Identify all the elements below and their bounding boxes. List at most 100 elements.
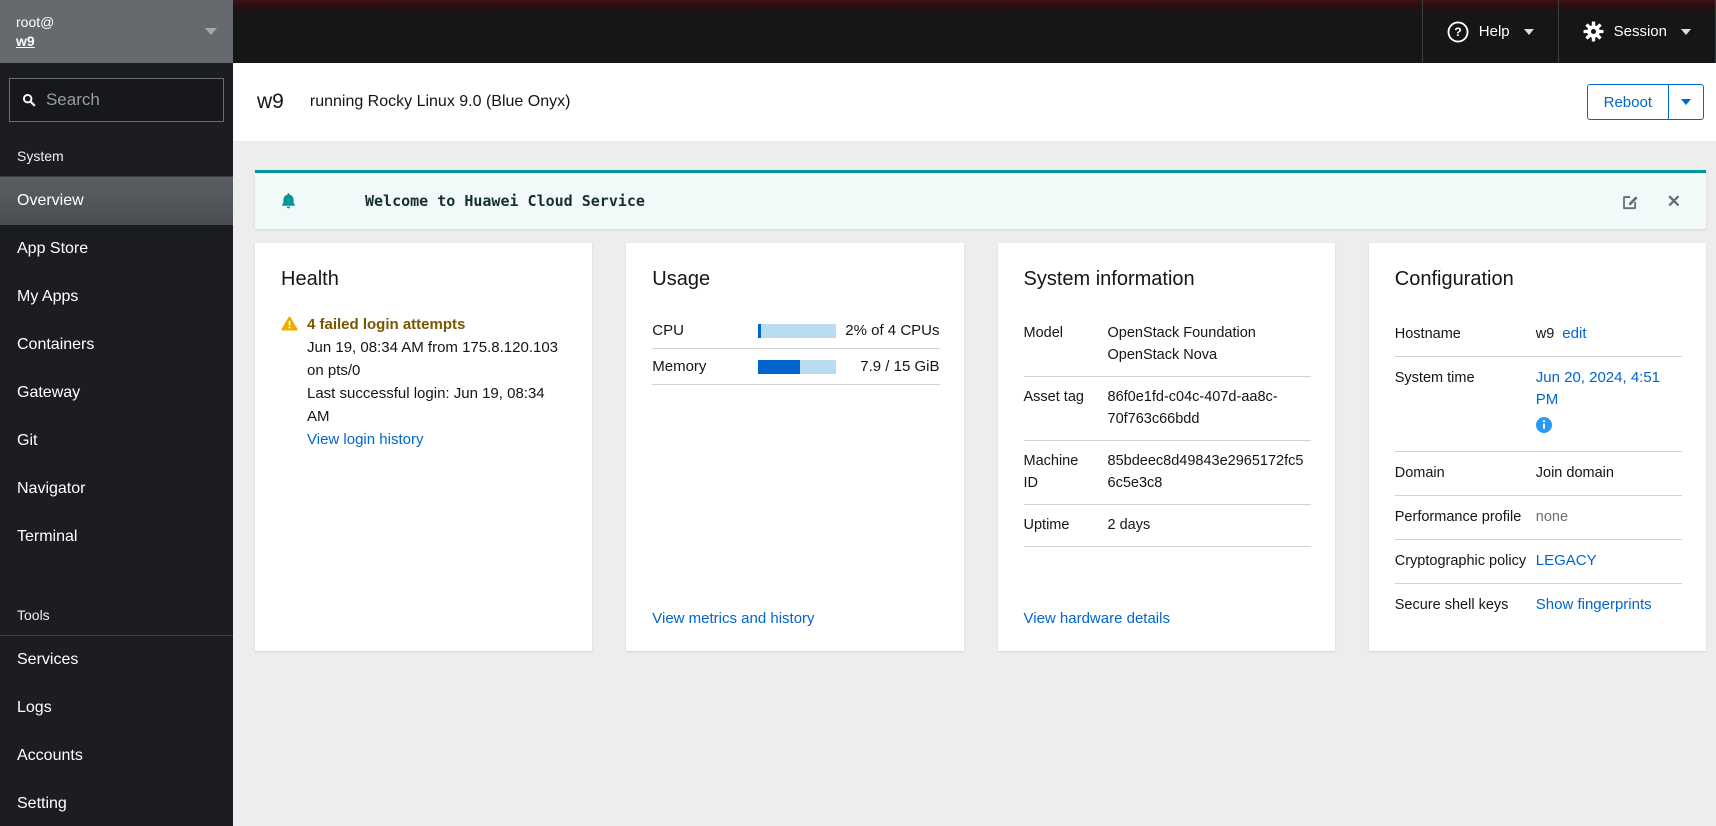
nav-section-label: System	[0, 134, 233, 177]
view-login-history-link[interactable]: View login history	[307, 431, 423, 448]
health-detail-line: Last successful login: Jun 19, 08:34 AM	[307, 385, 545, 425]
health-details: Jun 19, 08:34 AM from 175.8.120.103 on p…	[307, 336, 568, 428]
sidebar-item-setting[interactable]: Setting	[0, 780, 233, 826]
info-row-model: Model OpenStack Foundation OpenStack Nova	[1023, 313, 1311, 377]
info-value: OpenStack Foundation OpenStack Nova	[1107, 325, 1256, 363]
info-value: 86f0e1fd-c04c-407d-aa8c-70f763c66bdd	[1107, 389, 1278, 427]
nav-list: Services Logs Accounts Setting	[0, 636, 233, 826]
config-label: Domain	[1394, 465, 1445, 481]
usage-value: 2% of 4 CPUs	[845, 322, 940, 339]
usage-progress-fill	[758, 323, 761, 338]
system-time-info-button[interactable]	[1535, 417, 1682, 440]
reboot-split-button: Reboot	[1586, 84, 1704, 120]
configuration-rows: Hostname w9 edit System time Jun 20, 2024, 4…	[1394, 313, 1682, 627]
config-value: none	[1536, 506, 1682, 528]
config-label: Secure shell keys	[1394, 597, 1509, 613]
sidebar-item-services[interactable]: Services	[0, 636, 233, 684]
search-input[interactable]	[45, 90, 211, 110]
usage-label: CPU	[652, 322, 684, 339]
config-link-edit[interactable]: edit	[1562, 325, 1586, 342]
usage-progress-bar	[758, 359, 837, 374]
info-circle-icon	[1535, 417, 1552, 433]
usage-value: 7.9 / 15 GiB	[860, 358, 940, 375]
chevron-down-icon	[1681, 99, 1691, 105]
sidebar-item-terminal[interactable]: Terminal	[0, 513, 233, 561]
session-label: Session	[1613, 23, 1667, 40]
config-label: Cryptographic policy	[1394, 553, 1527, 569]
view-metrics-link[interactable]: View metrics and history	[652, 610, 939, 627]
usage-row-memory: Memory 7.9 / 15 GiB	[652, 349, 940, 385]
user-label: root@	[16, 13, 55, 30]
content-area: Welcome to Huawei Cloud Service ✕ Health	[233, 141, 1716, 826]
info-row-asset-tag: Asset tag 86f0e1fd-c04c-407d-aa8c-70f763c…	[1023, 377, 1311, 441]
nav-section-label: Tools	[0, 593, 233, 636]
help-menu[interactable]: ? Help	[1421, 0, 1558, 63]
config-row-performance-profile: Performance profile none	[1394, 496, 1682, 540]
sidebar-item-my-apps[interactable]: My Apps	[0, 273, 233, 321]
reboot-button[interactable]: Reboot	[1588, 85, 1669, 119]
config-value: LEGACY	[1536, 550, 1682, 572]
search-icon	[22, 93, 36, 107]
failed-logins-title: 4 failed login attempts	[307, 316, 466, 333]
page-title: w9	[257, 90, 284, 113]
bell-icon	[282, 193, 295, 209]
info-label: Asset tag	[1023, 389, 1084, 405]
configuration-card: Configuration Hostname w9 edit System time J…	[1368, 243, 1706, 651]
health-detail-line: Jun 19, 08:34 AM from 175.8.120.103 on p…	[307, 339, 559, 379]
info-row-machine-id: Machine ID 85bdeec8d49843e2965172fc56c5e3…	[1023, 441, 1311, 505]
close-alert-button[interactable]: ✕	[1667, 193, 1681, 210]
user-host-dropdown[interactable]: root@ w9	[0, 0, 233, 63]
sidebar-item-gateway[interactable]: Gateway	[0, 369, 233, 417]
sidebar: root@ w9 SystemOverviewApp StoreMy AppsC…	[0, 0, 233, 826]
view-hardware-link[interactable]: View hardware details	[1024, 610, 1311, 627]
info-label: Model	[1023, 325, 1064, 341]
config-value: Jun 20, 2024, 4:51 PM	[1535, 367, 1682, 440]
warning-triangle-icon	[281, 313, 298, 449]
sidebar-item-git[interactable]: Git	[0, 417, 233, 465]
edit-alert-button[interactable]	[1621, 192, 1640, 211]
config-label: System time	[1394, 370, 1475, 386]
sidebar-item-accounts[interactable]: Accounts	[0, 732, 233, 780]
sidebar-item-logs[interactable]: Logs	[0, 684, 233, 732]
usage-card-title: Usage	[652, 268, 711, 290]
svg-text:?: ?	[1454, 25, 1462, 39]
sidebar-item-overview[interactable]: Overview	[0, 177, 233, 225]
host-label: w9	[16, 32, 35, 49]
health-card: Health 4 failed login attempts Jun 19, 0…	[255, 243, 593, 651]
configuration-card-title: Configuration	[1394, 268, 1514, 290]
system-info-card: System information Model OpenStack Founda…	[997, 243, 1335, 651]
config-row-secure-shell-keys: Secure shell keys Show fingerprints	[1395, 584, 1682, 627]
help-label: Help	[1478, 23, 1510, 40]
config-value: Join domain	[1536, 462, 1682, 484]
config-value: Show fingerprints	[1536, 594, 1682, 616]
nav-section-system: System Overview App Store My Apps Containers…	[0, 134, 233, 561]
sidebar-item-app-store[interactable]: App Store	[0, 225, 233, 273]
config-muted-value: none	[1535, 509, 1569, 525]
usage-card: Usage CPU 2% of 4 CPUs Memory 7.9 / 15 GiB …	[626, 243, 964, 651]
usage-row-cpu: CPU 2% of 4 CPUs	[652, 313, 940, 349]
sidebar-item-navigator[interactable]: Navigator	[0, 465, 233, 513]
config-text-value: Join domain	[1535, 465, 1614, 481]
usage-progress-bar	[758, 323, 837, 338]
health-card-title: Health	[281, 268, 339, 290]
search-box[interactable]	[9, 78, 224, 122]
config-row-domain: Domain Join domain	[1394, 452, 1682, 496]
chevron-down-icon	[205, 28, 217, 35]
sidebar-item-containers[interactable]: Containers	[0, 321, 233, 369]
session-menu[interactable]: Session	[1557, 0, 1716, 63]
chevron-down-icon	[1523, 28, 1534, 35]
chevron-down-icon	[1681, 28, 1691, 35]
config-row-cryptographic-policy: Cryptographic policy LEGACY	[1394, 540, 1682, 584]
info-label: Uptime	[1023, 517, 1070, 533]
sidebar-nav: System Overview App Store My Apps Containers…	[0, 134, 233, 826]
config-link-legacy[interactable]: LEGACY	[1536, 552, 1597, 569]
nav-list: Overview App Store My Apps Containers Gatewa…	[0, 177, 233, 561]
config-link-show-fingerprints[interactable]: Show fingerprints	[1536, 596, 1652, 613]
reboot-dropdown-toggle[interactable]	[1669, 85, 1703, 119]
config-link-jun-20-2024-4-51-pm[interactable]: Jun 20, 2024, 4:51 PM	[1536, 369, 1660, 408]
gear-icon	[1583, 21, 1604, 42]
masthead: ? Help Session	[233, 0, 1716, 63]
system-info-rows: Model OpenStack Foundation OpenStack Nova…	[1023, 313, 1311, 547]
usage-rows: CPU 2% of 4 CPUs Memory 7.9 / 15 GiB	[652, 313, 940, 385]
info-row-uptime: Uptime 2 days	[1023, 505, 1311, 547]
